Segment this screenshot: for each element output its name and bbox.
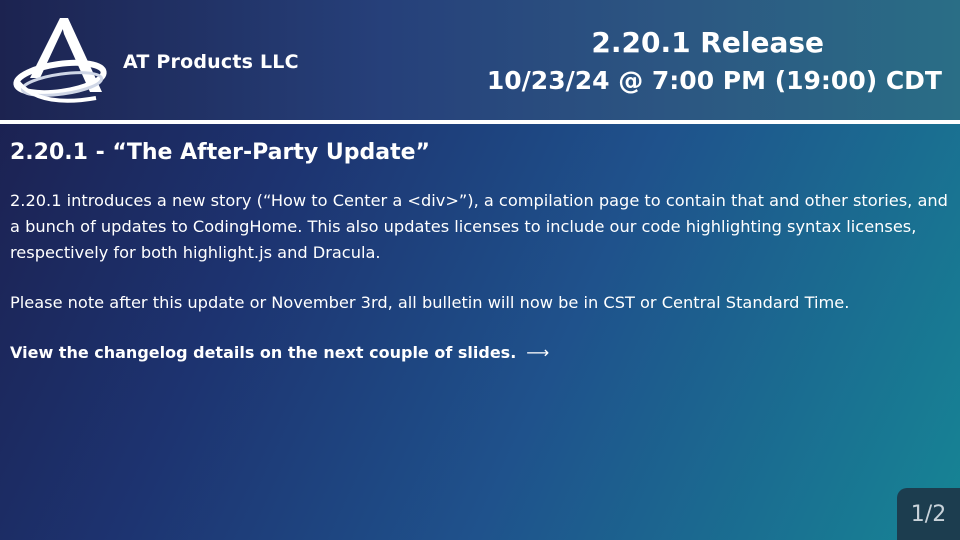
header-bar: AT Products LLC 2.20.1 Release 10/23/24 …: [0, 0, 960, 120]
page-indicator: 1/2: [897, 488, 960, 540]
changelog-cta-text: View the changelog details on the next c…: [10, 343, 517, 362]
update-title: 2.20.1 - “The After-Party Update”: [10, 140, 430, 165]
changelog-cta: View the changelog details on the next c…: [10, 340, 950, 366]
release-title: 2.20.1 Release: [591, 26, 824, 59]
slide: AT Products LLC 2.20.1 Release 10/23/24 …: [0, 0, 960, 540]
slide-content: 2.20.1 - “The After-Party Update” 2.20.1…: [10, 138, 950, 366]
description-paragraph: 2.20.1 introduces a new story (“How to C…: [10, 191, 948, 262]
header-divider: [0, 120, 960, 124]
arrow-right-icon: ⟶: [526, 343, 550, 362]
company-name: AT Products LLC: [123, 51, 299, 73]
at-products-logo: [13, 18, 107, 103]
page-number: 1/2: [910, 501, 947, 527]
timezone-note: Please note after this update or Novembe…: [10, 293, 850, 312]
release-date: 10/23/24 @ 7:00 PM (19:00) CDT: [486, 66, 942, 95]
